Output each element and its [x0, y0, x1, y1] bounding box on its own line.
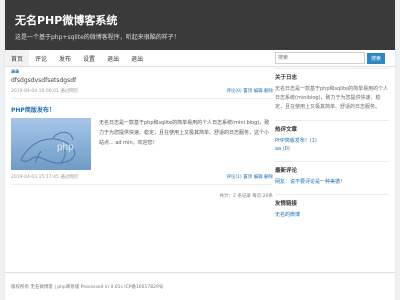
links-title: 友情链接 — [275, 201, 298, 207]
post-item: PHP简版发布！ php 无名日志是一款基于php和sqlite的简单易用的个人… — [11, 105, 273, 185]
nav-item-comments[interactable]: 评论 — [29, 50, 53, 66]
hot-item[interactable]: aa (0) — [275, 145, 389, 153]
nav-item-publish[interactable]: 发布 — [53, 50, 77, 66]
comment-item[interactable]: 网友：说不要评论是一种美德！ — [275, 178, 389, 186]
post-image: php — [11, 118, 91, 170]
site-subtitle: 这是一个基于php+sqlite的微博客程序，听起来很酷的样子！ — [15, 34, 180, 41]
post-actions[interactable]: 评论(1) 置顶 编辑 删除 — [226, 174, 273, 180]
nav-item-logout-2[interactable]: 退出 — [125, 50, 149, 66]
nav-item-home[interactable]: 首页 — [5, 50, 30, 66]
page: 无名PHP微博客系统 这是一个基于php+sqlite的微博客程序，听起来很酷的… — [5, 0, 395, 300]
search-button[interactable]: 搜索 — [367, 52, 385, 64]
hot-item[interactable]: PHP简版发布！(1) — [275, 137, 389, 145]
post-meta: 2019-04-03 15:17:45 通过网页 评论(1) 置顶 编辑 删除 — [11, 174, 273, 180]
nav-item-settings[interactable]: 设置 — [77, 50, 101, 66]
hot-title: 热评文章 — [275, 127, 298, 133]
pagination-info: 共计：2 条记录 每页:20条 — [219, 194, 273, 199]
about-title: 关于日志 — [275, 75, 298, 81]
link-item[interactable]: 无名的微博 — [275, 211, 389, 219]
footer: 版权所有 无名微博客 | php简易版 Processed in 0.01s I… — [5, 272, 395, 300]
svg-text:php: php — [57, 142, 74, 153]
php-elephant-icon: php — [11, 118, 91, 170]
nav-item-logout[interactable]: 退出 — [101, 50, 125, 66]
sidebar-hot: 热评文章 PHP简版发布！(1) aa (0) — [275, 120, 389, 153]
post-excerpt: 无名日志是一款基于php和sqlite的简单易用的个人日志系统(mini blo… — [99, 120, 270, 146]
footer-text: 版权所有 无名微博客 | php简易版 Processed in 0.01s I… — [11, 284, 164, 290]
sidebar-comments: 最新评论 网友：说不要评论是一种美德！ — [275, 161, 389, 186]
sidebar-about: 关于日志 无名日志是一款基于php和sqlite的简单易用的个人日志系统(min… — [275, 68, 389, 112]
sidebar-links: 友情链接 无名的微博 — [275, 194, 389, 219]
main-content: aa dfsdgsdvsdfsetsdgsdf 2019-04-04 10:06… — [11, 68, 273, 199]
post-meta: 2019-04-04 10:06:01 通过网页 评论(0) 置顶 编辑 删除 — [11, 88, 273, 94]
post-actions[interactable]: 评论(0) 置顶 编辑 删除 — [226, 88, 273, 94]
sidebar: 关于日志 无名日志是一款基于php和sqlite的简单易用的个人日志系统(min… — [275, 68, 389, 227]
search-input[interactable] — [275, 52, 365, 64]
site-title[interactable]: 无名PHP微博客系统 — [15, 12, 117, 28]
nav-bar: 首页 评论 发布 设置 退出 退出 搜索 — [5, 50, 395, 67]
post-meta-left: 2019-04-04 10:06:01 通过网页 — [11, 89, 79, 94]
site-header: 无名PHP微博客系统 这是一个基于php+sqlite的微博客程序，听起来很酷的… — [5, 0, 395, 50]
comments-title: 最新评论 — [275, 168, 298, 174]
search-box: 搜索 — [275, 52, 385, 64]
about-text: 无名日志是一款基于php和sqlite的简单易用的个人日志系统(miniblog… — [275, 86, 389, 110]
post-item: aa dfsdgsdvsdfsetsdgsdf 2019-04-04 10:06… — [11, 68, 273, 99]
post-meta-left: 2019-04-03 15:17:45 通过网页 — [11, 175, 79, 180]
post-content: php 无名日志是一款基于php和sqlite的简单易用的个人日志系统(mini… — [11, 118, 273, 170]
post-title[interactable]: PHP简版发布！ — [11, 105, 273, 114]
post-body: dfsdgsdvsdfsetsdgsdf — [11, 77, 77, 84]
post-title[interactable]: aa — [11, 68, 273, 75]
